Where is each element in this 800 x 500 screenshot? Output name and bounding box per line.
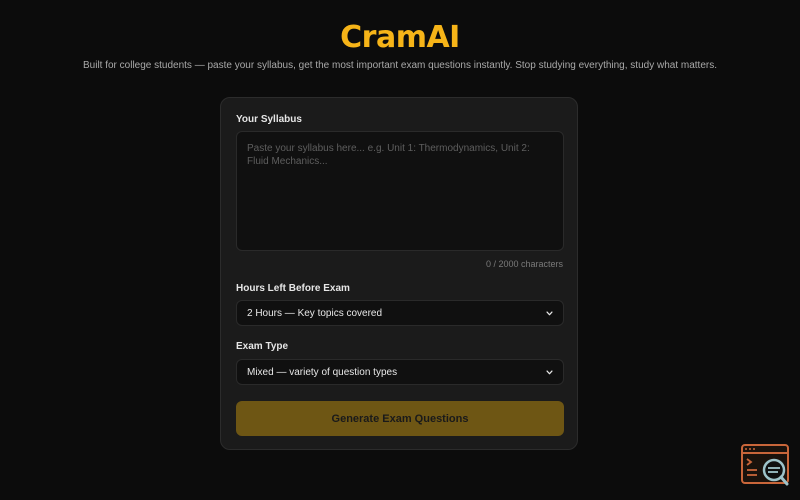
syllabus-textarea[interactable]: Paste your syllabus here... e.g. Unit 1:… (236, 131, 564, 251)
syllabus-placeholder: Paste your syllabus here... e.g. Unit 1:… (247, 143, 530, 167)
exam-type-selected-value: Mixed — variety of question types (247, 366, 398, 378)
chevron-down-icon (546, 369, 553, 374)
chevron-down-icon (546, 310, 553, 315)
hours-label: Hours Left Before Exam (236, 283, 350, 294)
hours-select[interactable]: 2 Hours — Key topics covered (236, 300, 564, 326)
terminal-search-icon[interactable] (741, 444, 789, 486)
form-card: Your Syllabus Paste your syllabus here..… (220, 97, 578, 450)
page: CramAI Built for college students — past… (0, 0, 800, 500)
character-counter: 0 / 2000 characters (485, 259, 563, 269)
syllabus-label: Your Syllabus (236, 114, 302, 125)
hours-selected-value: 2 Hours — Key topics covered (247, 307, 383, 319)
exam-type-select[interactable]: Mixed — variety of question types (236, 359, 564, 385)
tagline: Built for college students — paste your … (82, 60, 718, 71)
exam-type-label: Exam Type (236, 341, 289, 352)
brand-title: CramAI (340, 20, 460, 55)
generate-button-label: Generate Exam Questions (331, 412, 469, 425)
generate-button[interactable]: Generate Exam Questions (236, 401, 564, 436)
